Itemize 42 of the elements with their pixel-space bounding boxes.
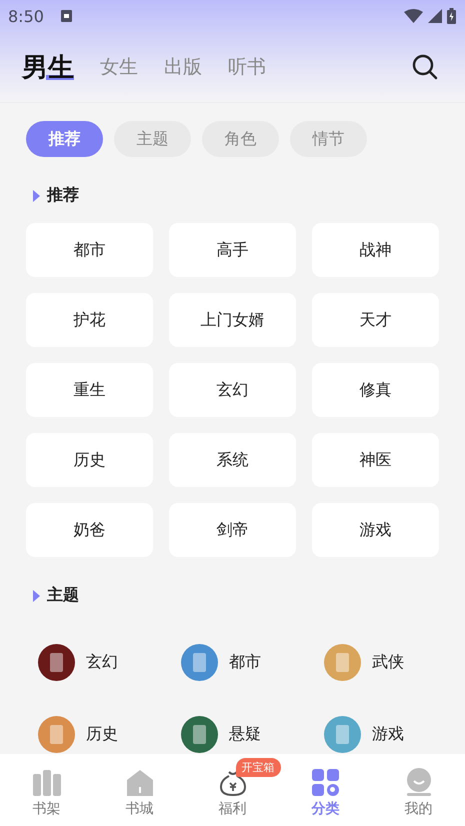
triangle-icon bbox=[33, 590, 40, 602]
wifi-icon bbox=[404, 9, 423, 23]
bookshelf-icon bbox=[32, 770, 60, 796]
tag-button[interactable]: 都市 bbox=[26, 223, 153, 277]
nav-tab[interactable]: 书城 bbox=[93, 754, 186, 826]
theme-icon[interactable] bbox=[38, 644, 75, 681]
triangle-icon bbox=[33, 190, 40, 202]
section-title: 主题 bbox=[47, 585, 79, 606]
tag-button[interactable]: 护花 bbox=[26, 293, 153, 347]
tag-button[interactable]: 神医 bbox=[312, 433, 439, 487]
avatar-icon bbox=[404, 768, 432, 796]
theme-label[interactable]: 悬疑 bbox=[229, 724, 261, 745]
tag-button[interactable]: 剑帝 bbox=[169, 503, 296, 557]
tag-button[interactable]: 游戏 bbox=[312, 503, 439, 557]
signal-icon bbox=[428, 9, 442, 23]
badge: 开宝箱 bbox=[236, 758, 280, 777]
tag-button[interactable]: 玄幻 bbox=[169, 363, 296, 417]
grid-icon bbox=[312, 769, 339, 796]
house-icon bbox=[126, 770, 152, 796]
status-time: 8:50 bbox=[8, 6, 44, 26]
tag-button[interactable]: 修真 bbox=[312, 363, 439, 417]
theme-label[interactable]: 武侠 bbox=[372, 652, 404, 673]
nav-tab[interactable]: 书架 bbox=[0, 754, 93, 826]
tag-button[interactable]: 高手 bbox=[169, 223, 296, 277]
notification-icon bbox=[60, 10, 72, 22]
theme-icon[interactable] bbox=[181, 716, 218, 753]
tag-button[interactable]: 历史 bbox=[26, 433, 153, 487]
tag-button[interactable]: 重生 bbox=[26, 363, 153, 417]
theme-label[interactable]: 玄幻 bbox=[86, 652, 118, 673]
nav-tab[interactable]: 开宝箱 福利 bbox=[186, 754, 279, 826]
theme-label[interactable]: 历史 bbox=[86, 724, 118, 745]
battery-icon bbox=[447, 8, 456, 24]
section-title: 推荐 bbox=[47, 185, 79, 206]
tag-button[interactable]: 上门女婿 bbox=[169, 293, 296, 347]
nav-tab[interactable]: 我的 bbox=[372, 754, 465, 826]
theme-label[interactable]: 游戏 bbox=[372, 724, 404, 745]
tag-button[interactable]: 战神 bbox=[312, 223, 439, 277]
theme-label[interactable]: 都市 bbox=[229, 652, 261, 673]
search-icon[interactable] bbox=[412, 54, 438, 80]
tag-button[interactable]: 奶爸 bbox=[26, 503, 153, 557]
tag-button[interactable]: 系统 bbox=[169, 433, 296, 487]
tag-button[interactable]: 天才 bbox=[312, 293, 439, 347]
